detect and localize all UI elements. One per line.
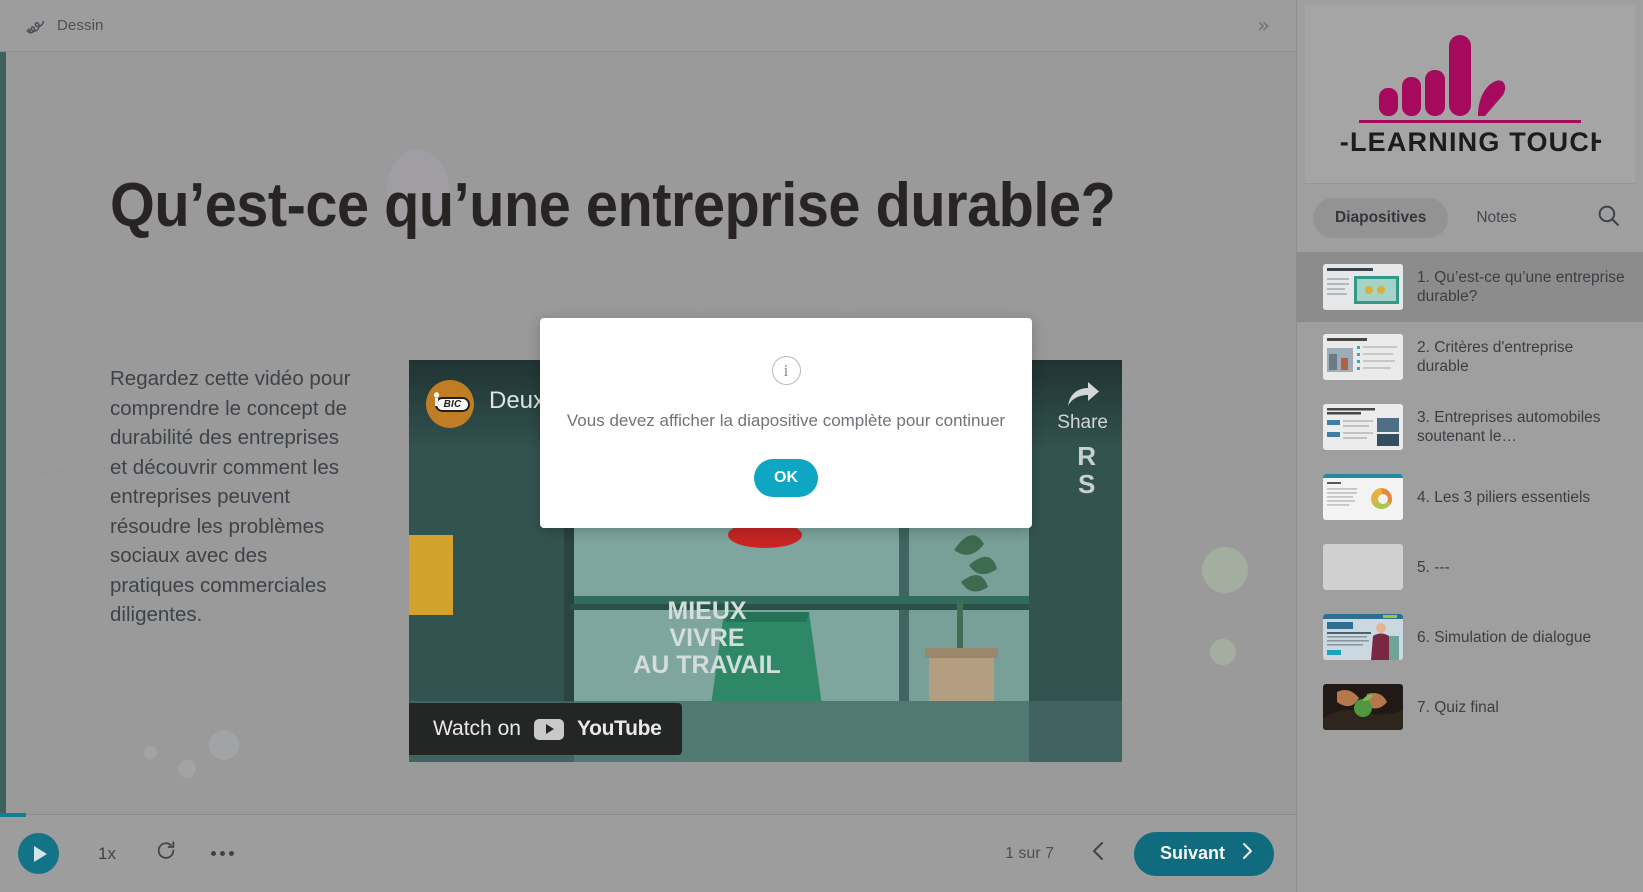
app-root: Dessin » Qu’est-ce qu’une entreprise dur… [0,0,1643,892]
dialog-message: Vous devez afficher la diapositive compl… [566,411,1006,430]
dialog-ok-button[interactable]: OK [754,459,818,497]
info-icon: i [771,356,801,385]
info-dialog: i Vous devez afficher la diapositive com… [540,318,1032,528]
